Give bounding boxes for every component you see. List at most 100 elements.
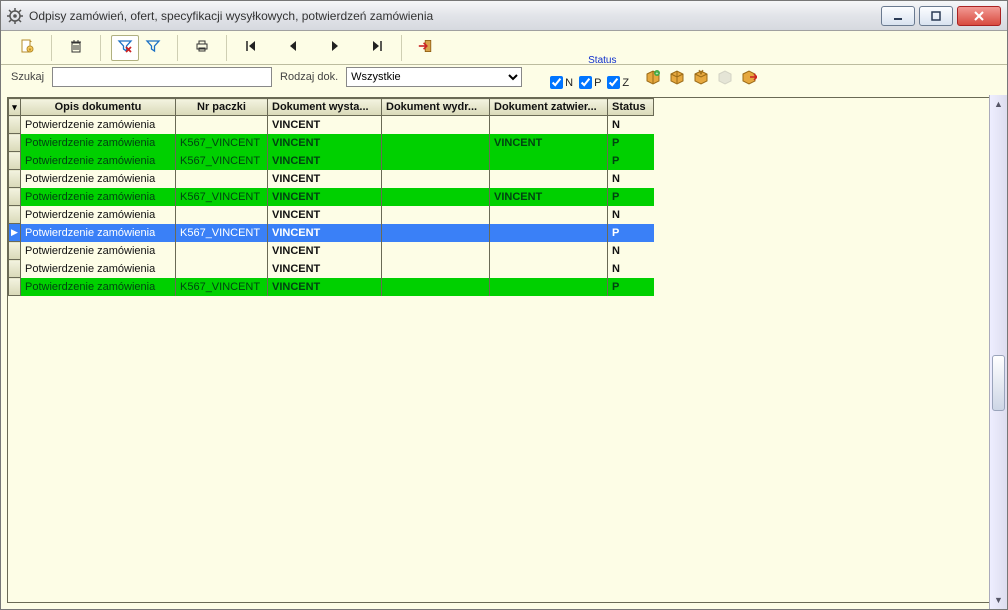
- prev-record-button[interactable]: [279, 35, 307, 61]
- table-row[interactable]: Potwierdzenie zamówieniaVINCENTN: [9, 206, 654, 224]
- col-opis-header[interactable]: Opis dokumentu: [21, 99, 176, 116]
- data-grid[interactable]: ▾ Opis dokumentu Nr paczki Dokument wyst…: [7, 97, 1001, 603]
- package-out-icon[interactable]: [741, 69, 757, 85]
- package-open-icon[interactable]: [693, 69, 709, 85]
- cell-zatw: [490, 206, 608, 224]
- filter-off-button[interactable]: [111, 35, 139, 61]
- table-row[interactable]: Potwierdzenie zamówieniaK567_VINCENTVINC…: [9, 278, 654, 296]
- col-status-header[interactable]: Status: [608, 99, 654, 116]
- cell-paczki: [176, 242, 268, 260]
- close-button[interactable]: [957, 6, 1001, 26]
- row-indicator: [9, 116, 21, 134]
- cell-wyst: VINCENT: [268, 188, 382, 206]
- next-record-button[interactable]: [321, 35, 349, 61]
- cell-opis: Potwierdzenie zamówienia: [21, 206, 176, 224]
- cell-status: P: [608, 224, 654, 242]
- cell-zatw: [490, 278, 608, 296]
- printer-icon: [194, 38, 210, 57]
- first-record-button[interactable]: [237, 35, 265, 61]
- cell-opis: Potwierdzenie zamówienia: [21, 170, 176, 188]
- cell-wyst: VINCENT: [268, 170, 382, 188]
- package-add-icon[interactable]: +: [645, 69, 661, 85]
- cell-paczki: K567_VINCENT: [176, 188, 268, 206]
- table-row[interactable]: ▶Potwierdzenie zamówieniaK567_VINCENTVIN…: [9, 224, 654, 242]
- table-row[interactable]: Potwierdzenie zamówieniaVINCENTN: [9, 170, 654, 188]
- cell-wydr: [382, 224, 490, 242]
- cell-paczki: [176, 206, 268, 224]
- cell-opis: Potwierdzenie zamówienia: [21, 224, 176, 242]
- cell-wydr: [382, 188, 490, 206]
- maximize-button[interactable]: [919, 6, 953, 26]
- first-icon: [243, 38, 259, 57]
- col-wydr-header[interactable]: Dokument wydr...: [382, 99, 490, 116]
- cell-wydr: [382, 206, 490, 224]
- cell-zatw: [490, 116, 608, 134]
- cell-paczki: K567_VINCENT: [176, 152, 268, 170]
- status-group-label: Status: [588, 55, 667, 66]
- trash-icon: [68, 38, 84, 57]
- vertical-scrollbar[interactable]: ▲ ▼: [989, 95, 1007, 609]
- doc-type-label: Rodzaj dok.: [280, 71, 338, 83]
- table-row[interactable]: Potwierdzenie zamówieniaK567_VINCENTVINC…: [9, 188, 654, 206]
- cell-wyst: VINCENT: [268, 278, 382, 296]
- search-input[interactable]: [52, 67, 272, 87]
- row-indicator: [9, 152, 21, 170]
- grid-header-row: ▾ Opis dokumentu Nr paczki Dokument wyst…: [9, 99, 654, 116]
- print-button[interactable]: [188, 35, 216, 61]
- cell-wydr: [382, 260, 490, 278]
- filter-button[interactable]: [139, 35, 167, 61]
- col-paczki-header[interactable]: Nr paczki: [176, 99, 268, 116]
- cell-wydr: [382, 116, 490, 134]
- status-z-checkbox[interactable]: Z: [607, 76, 629, 89]
- search-label: Szukaj: [11, 71, 44, 83]
- cell-paczki: K567_VINCENT: [176, 134, 268, 152]
- cell-wyst: VINCENT: [268, 224, 382, 242]
- minimize-button[interactable]: [881, 6, 915, 26]
- new-document-icon: ★: [19, 38, 35, 57]
- table-row[interactable]: Potwierdzenie zamówieniaK567_VINCENTVINC…: [9, 152, 654, 170]
- app-window: Odpisy zamówień, ofert, specyfikacji wys…: [0, 0, 1008, 610]
- status-n-checkbox[interactable]: N: [550, 76, 573, 89]
- window-buttons: [881, 6, 1001, 26]
- cell-wyst: VINCENT: [268, 152, 382, 170]
- cell-opis: Potwierdzenie zamówienia: [21, 242, 176, 260]
- last-record-button[interactable]: [363, 35, 391, 61]
- status-p-checkbox[interactable]: P: [579, 76, 601, 89]
- cell-zatw: [490, 224, 608, 242]
- cell-wydr: [382, 170, 490, 188]
- delete-button[interactable]: [62, 35, 90, 61]
- status-checkbox-group: N P Z: [550, 76, 629, 89]
- table-row[interactable]: Potwierdzenie zamówieniaVINCENTN: [9, 116, 654, 134]
- cell-status: P: [608, 188, 654, 206]
- table-row[interactable]: Potwierdzenie zamówieniaVINCENTN: [9, 242, 654, 260]
- cell-opis: Potwierdzenie zamówienia: [21, 278, 176, 296]
- col-zatw-header[interactable]: Dokument zatwier...: [490, 99, 608, 116]
- row-indicator: [9, 170, 21, 188]
- scroll-up-arrow[interactable]: ▲: [990, 95, 1007, 113]
- cell-wydr: [382, 134, 490, 152]
- cell-zatw: VINCENT: [490, 134, 608, 152]
- cell-status: P: [608, 152, 654, 170]
- toolbar: ★: [1, 31, 1007, 65]
- prev-icon: [285, 38, 301, 57]
- table-row[interactable]: Potwierdzenie zamówieniaVINCENTN: [9, 260, 654, 278]
- doc-type-select[interactable]: Wszystkie: [346, 67, 522, 87]
- col-wyst-header[interactable]: Dokument wysta...: [268, 99, 382, 116]
- cell-paczki: K567_VINCENT: [176, 224, 268, 242]
- new-document-button[interactable]: ★: [13, 35, 41, 61]
- row-indicator-header[interactable]: ▾: [9, 99, 21, 116]
- row-indicator: [9, 242, 21, 260]
- titlebar: Odpisy zamówień, ofert, specyfikacji wys…: [1, 1, 1007, 31]
- cell-wyst: VINCENT: [268, 260, 382, 278]
- table-row[interactable]: Potwierdzenie zamówieniaK567_VINCENTVINC…: [9, 134, 654, 152]
- body-area: ▾ Opis dokumentu Nr paczki Dokument wyst…: [1, 95, 1007, 609]
- row-indicator: [9, 134, 21, 152]
- cell-status: P: [608, 278, 654, 296]
- package-icon[interactable]: [669, 69, 685, 85]
- next-icon: [327, 38, 343, 57]
- cell-status: N: [608, 242, 654, 260]
- exit-button[interactable]: [412, 35, 440, 61]
- row-indicator: [9, 188, 21, 206]
- scroll-thumb[interactable]: [992, 355, 1005, 411]
- scroll-down-arrow[interactable]: ▼: [990, 591, 1007, 609]
